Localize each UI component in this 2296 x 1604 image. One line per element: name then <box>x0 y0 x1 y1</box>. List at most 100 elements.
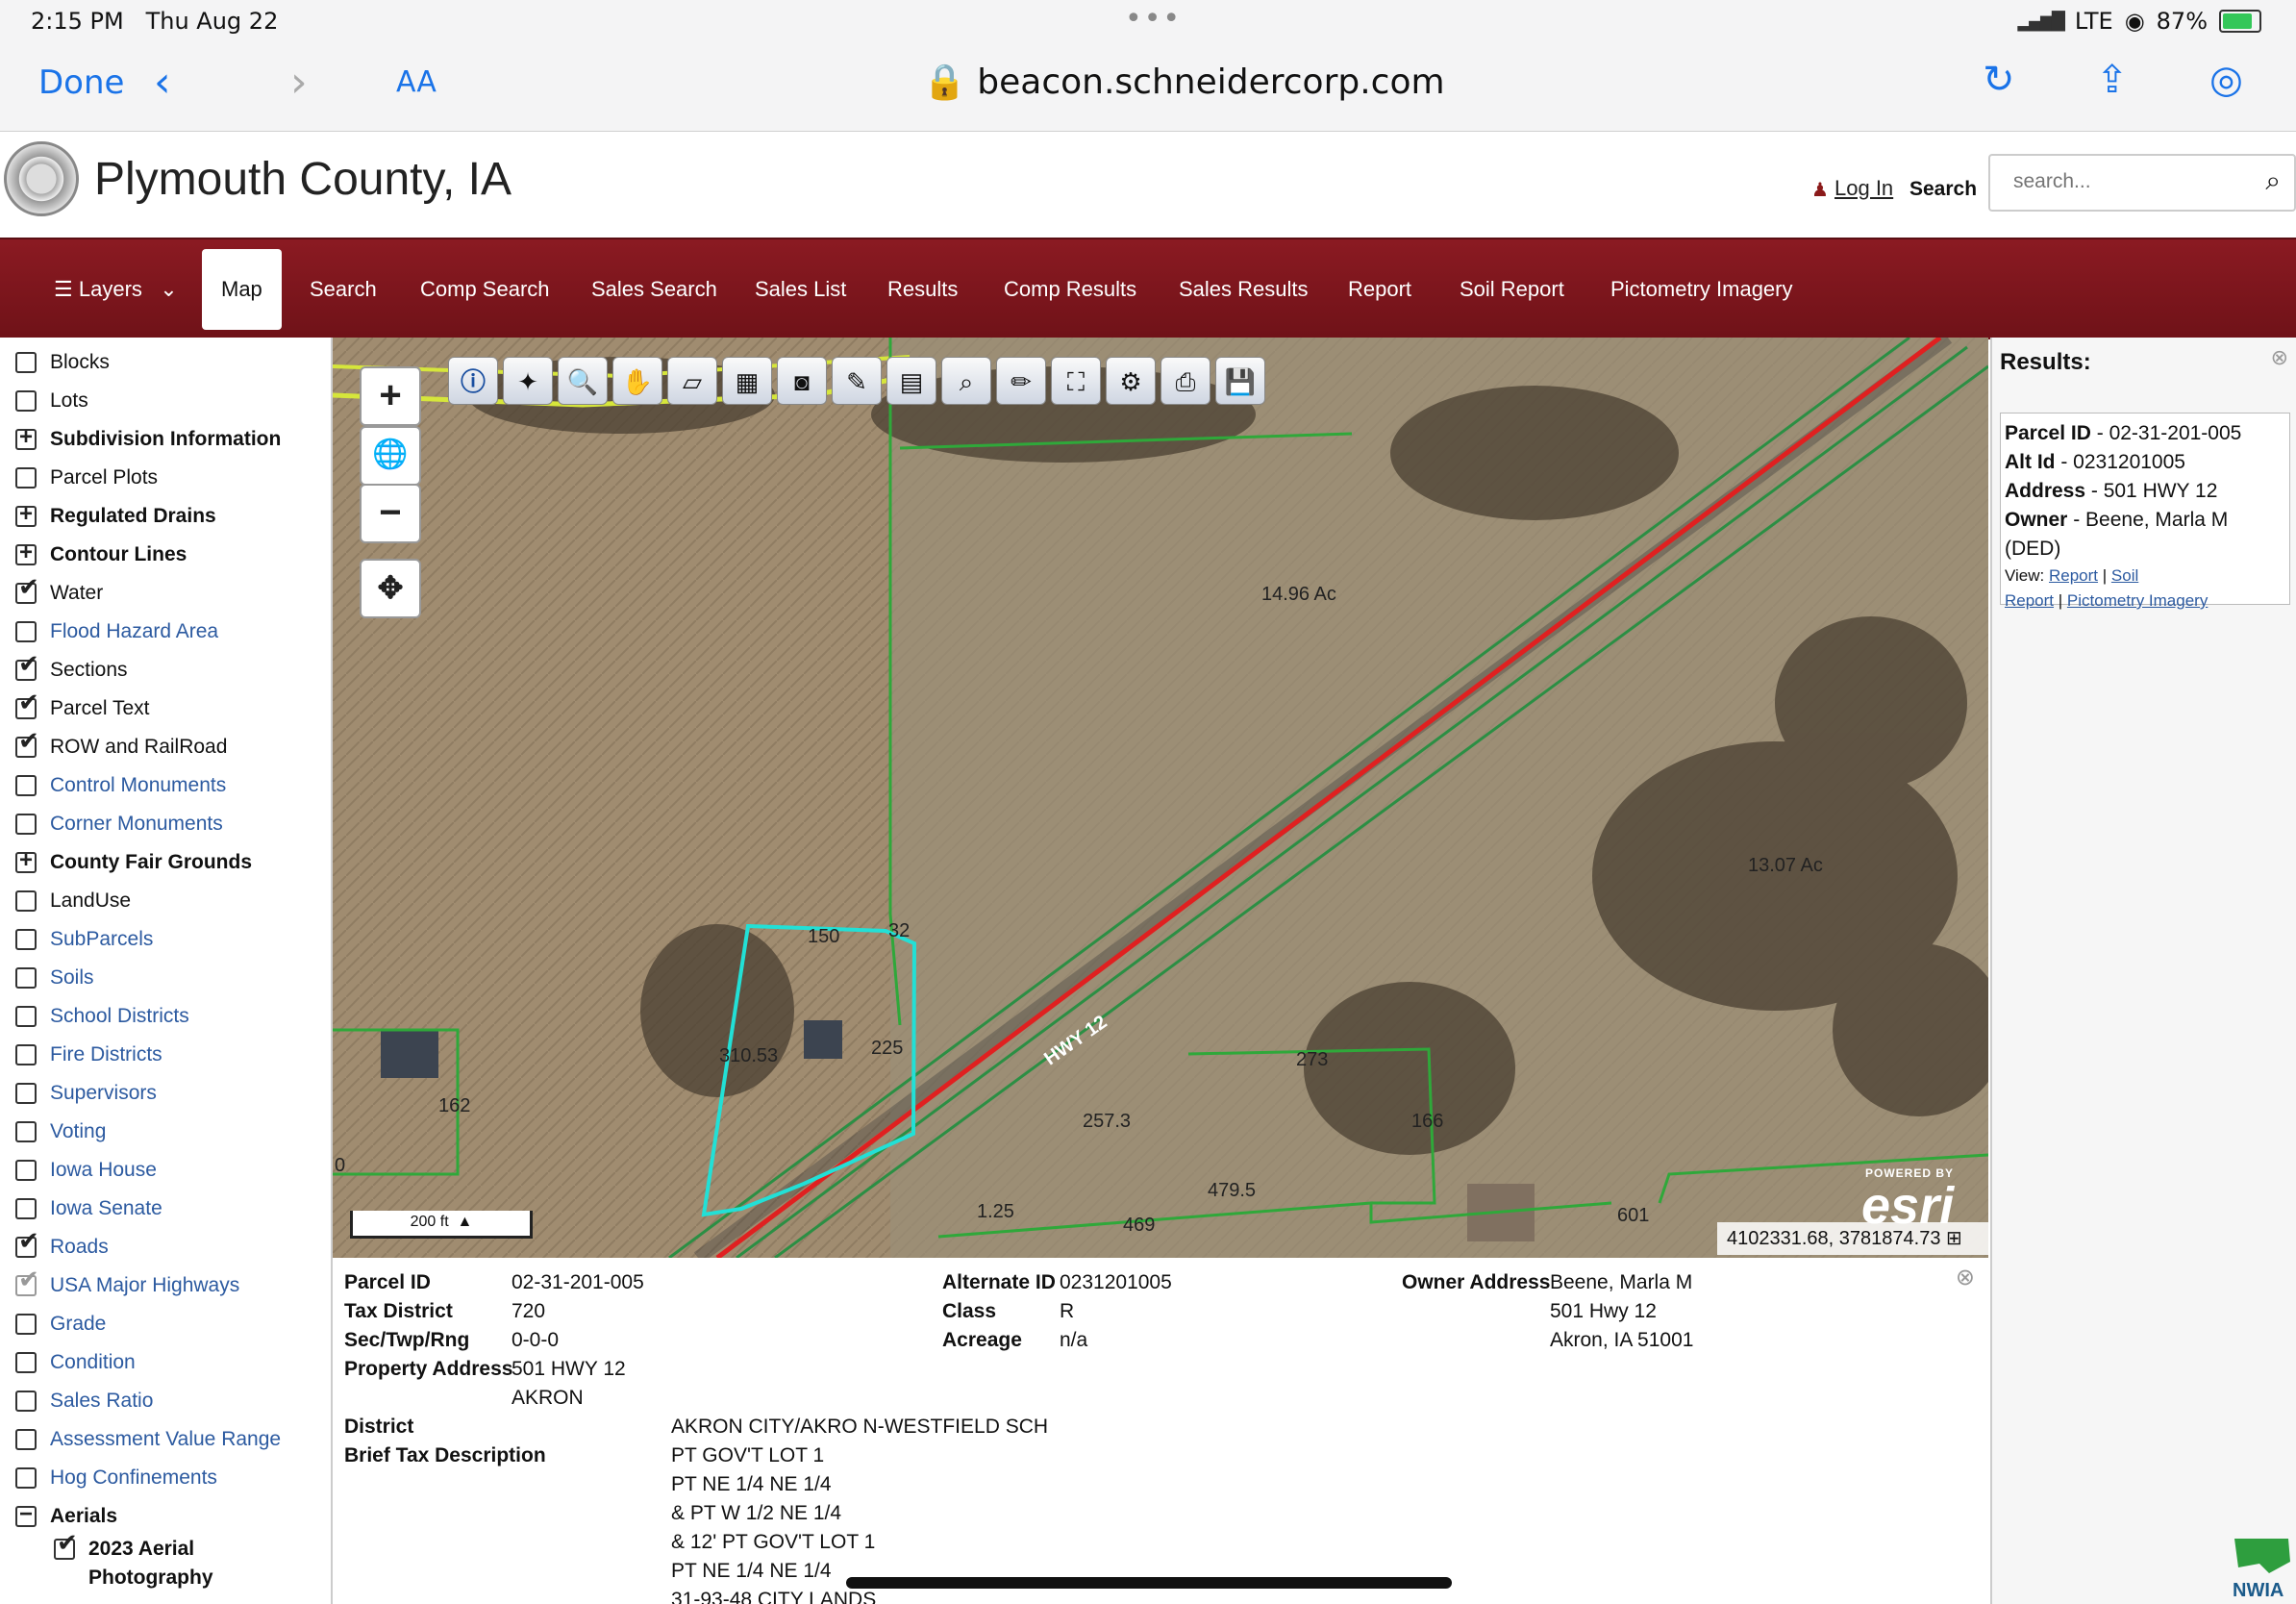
report-link[interactable]: Report <box>2049 566 2098 585</box>
layer-item[interactable]: Lots <box>0 384 88 418</box>
checkbox[interactable] <box>15 694 39 719</box>
tab-results[interactable]: Results <box>887 239 958 339</box>
checkbox[interactable] <box>15 814 37 835</box>
tab-sales-search[interactable]: Sales Search <box>591 239 717 339</box>
layer-item[interactable]: Sections <box>0 653 128 688</box>
pan-icon[interactable]: ✥ <box>360 559 421 618</box>
expand-toggle[interactable] <box>15 852 37 873</box>
checkbox[interactable] <box>15 929 37 950</box>
tab-sales-list[interactable]: Sales List <box>755 239 846 339</box>
pictometry-link[interactable]: Pictometry Imagery <box>2067 591 2208 610</box>
zoom-out-button[interactable]: − <box>360 484 421 543</box>
buffer-icon[interactable]: ▤ <box>886 357 936 405</box>
layer-item[interactable]: Blocks <box>0 345 110 380</box>
zoom-in-button[interactable]: + <box>360 366 421 426</box>
layer-item[interactable]: Iowa House <box>0 1153 157 1188</box>
tab-sales-results[interactable]: Sales Results <box>1179 239 1309 339</box>
layer-item[interactable]: Sales Ratio <box>0 1384 153 1418</box>
checkbox[interactable] <box>15 775 37 796</box>
checkbox[interactable] <box>15 967 37 989</box>
back-icon[interactable]: ‹ <box>154 58 171 107</box>
tab-map[interactable]: Map <box>202 249 282 330</box>
tab-report[interactable]: Report <box>1348 239 1411 339</box>
checkbox[interactable] <box>15 1044 37 1065</box>
checkbox[interactable] <box>15 1352 37 1373</box>
zoom-box-icon[interactable]: 🔍 <box>558 357 608 405</box>
checkbox[interactable] <box>54 1535 78 1560</box>
soil-report-link[interactable]: Soil <box>2111 566 2138 585</box>
draw-icon[interactable]: ✏ <box>996 357 1046 405</box>
tab-comp-results[interactable]: Comp Results <box>1004 239 1136 339</box>
home-indicator[interactable] <box>846 1577 1452 1589</box>
tab-pictometry-imagery[interactable]: Pictometry Imagery <box>1610 239 1793 339</box>
checkbox[interactable] <box>15 390 37 412</box>
layer-item[interactable]: LandUse <box>0 884 131 918</box>
hand-pan-icon[interactable]: ✋ <box>612 357 662 405</box>
layer-item[interactable]: USA Major Highways <box>0 1268 239 1303</box>
layer-item[interactable]: Soils <box>0 961 94 995</box>
layer-item[interactable]: Flood Hazard Area <box>0 614 218 649</box>
checkbox[interactable] <box>15 1271 39 1296</box>
checkbox[interactable] <box>15 1429 37 1450</box>
checkbox[interactable] <box>15 579 39 604</box>
close-icon[interactable]: ⊗ <box>2271 345 2288 370</box>
select-area-icon[interactable]: ▦ <box>722 357 772 405</box>
checkbox[interactable] <box>15 1314 37 1335</box>
layer-item[interactable]: Roads <box>0 1230 109 1265</box>
checkbox[interactable] <box>15 1233 39 1258</box>
expand-toggle[interactable] <box>15 429 37 450</box>
print-icon[interactable]: ⎙ <box>1160 357 1210 405</box>
checkbox[interactable] <box>15 1160 37 1181</box>
checkbox[interactable] <box>15 1121 37 1142</box>
checkbox[interactable] <box>15 1467 37 1489</box>
layer-item[interactable]: SubParcels <box>0 922 153 957</box>
result-card[interactable]: Parcel ID - 02-31-201-005 Alt Id - 02312… <box>2000 413 2290 610</box>
layer-item[interactable]: Contour Lines <box>0 538 187 572</box>
layer-item[interactable]: Parcel Text <box>0 691 150 726</box>
reload-icon[interactable]: ↻ <box>1983 58 2015 102</box>
forward-icon[interactable]: › <box>290 58 308 107</box>
layer-item[interactable]: Hog Confinements <box>0 1461 217 1495</box>
measure-icon[interactable]: ✎ <box>832 357 882 405</box>
checkbox[interactable] <box>15 352 37 373</box>
map-canvas[interactable]: + 🌐 − ✥ ⓘ ✦ 🔍 ✋ ▱ ▦ ◙ ✎ ▤ ⌕ ✏ ⛶ ⚙ ⎙ 💾 14… <box>333 338 1988 1258</box>
globe-icon[interactable]: 🌐 <box>360 426 421 486</box>
compass-icon[interactable]: ◎ <box>2209 58 2243 102</box>
checkbox[interactable] <box>15 1391 37 1412</box>
share-icon[interactable]: ⇪ <box>2096 58 2129 102</box>
eraser-icon[interactable]: ▱ <box>667 357 717 405</box>
expand-icon[interactable]: ⊞ <box>1946 1228 1962 1249</box>
soil-report-link-2[interactable]: Report <box>2005 591 2054 610</box>
layer-item[interactable]: Assessment Value Range <box>0 1422 281 1457</box>
layer-item[interactable]: Iowa Senate <box>0 1191 162 1226</box>
search-map-icon[interactable]: ⌕ <box>941 357 991 405</box>
tab-soil-report[interactable]: Soil Report <box>1460 239 1564 339</box>
search-input[interactable] <box>2011 169 2246 194</box>
layer-item[interactable]: Water <box>0 576 103 611</box>
tab-search[interactable]: Search <box>310 239 377 339</box>
layer-item[interactable]: Regulated Drains <box>0 499 216 534</box>
layer-item[interactable]: Corner Monuments <box>0 807 223 841</box>
layer-item[interactable]: Parcel Plots <box>0 461 158 495</box>
search-box[interactable]: ⌕ <box>1988 154 2296 212</box>
expand-toggle[interactable] <box>15 506 37 527</box>
multitask-dots-icon[interactable]: ••• <box>1125 2 1182 36</box>
layer-item[interactable]: School Districts <box>0 999 189 1034</box>
layer-item[interactable]: Grade <box>0 1307 106 1341</box>
layer-item[interactable]: ROW and RailRoad <box>0 730 227 764</box>
close-detail-icon[interactable]: ⊗ <box>1956 1264 1975 1291</box>
checkbox[interactable] <box>15 656 39 681</box>
address-bar[interactable]: 🔒 beacon.schneidercorp.com <box>923 62 1445 102</box>
layer-item[interactable]: Fire Districts <box>0 1038 162 1072</box>
identify-icon[interactable]: ⓘ <box>448 357 498 405</box>
checkbox[interactable] <box>15 1083 37 1104</box>
login-link[interactable]: Log In <box>1834 176 1893 201</box>
expand-toggle[interactable] <box>15 1506 37 1527</box>
done-button[interactable]: Done <box>38 63 124 102</box>
layer-item[interactable]: Condition <box>0 1345 136 1380</box>
layer-item[interactable]: Supervisors <box>0 1076 157 1111</box>
layer-item[interactable]: Subdivision Information <box>0 422 281 457</box>
layers-menu-button[interactable]: ☰ Layers ⌄ <box>54 239 178 339</box>
camera-icon[interactable]: ◙ <box>777 357 827 405</box>
search-icon[interactable]: ⌕ <box>2265 165 2281 197</box>
